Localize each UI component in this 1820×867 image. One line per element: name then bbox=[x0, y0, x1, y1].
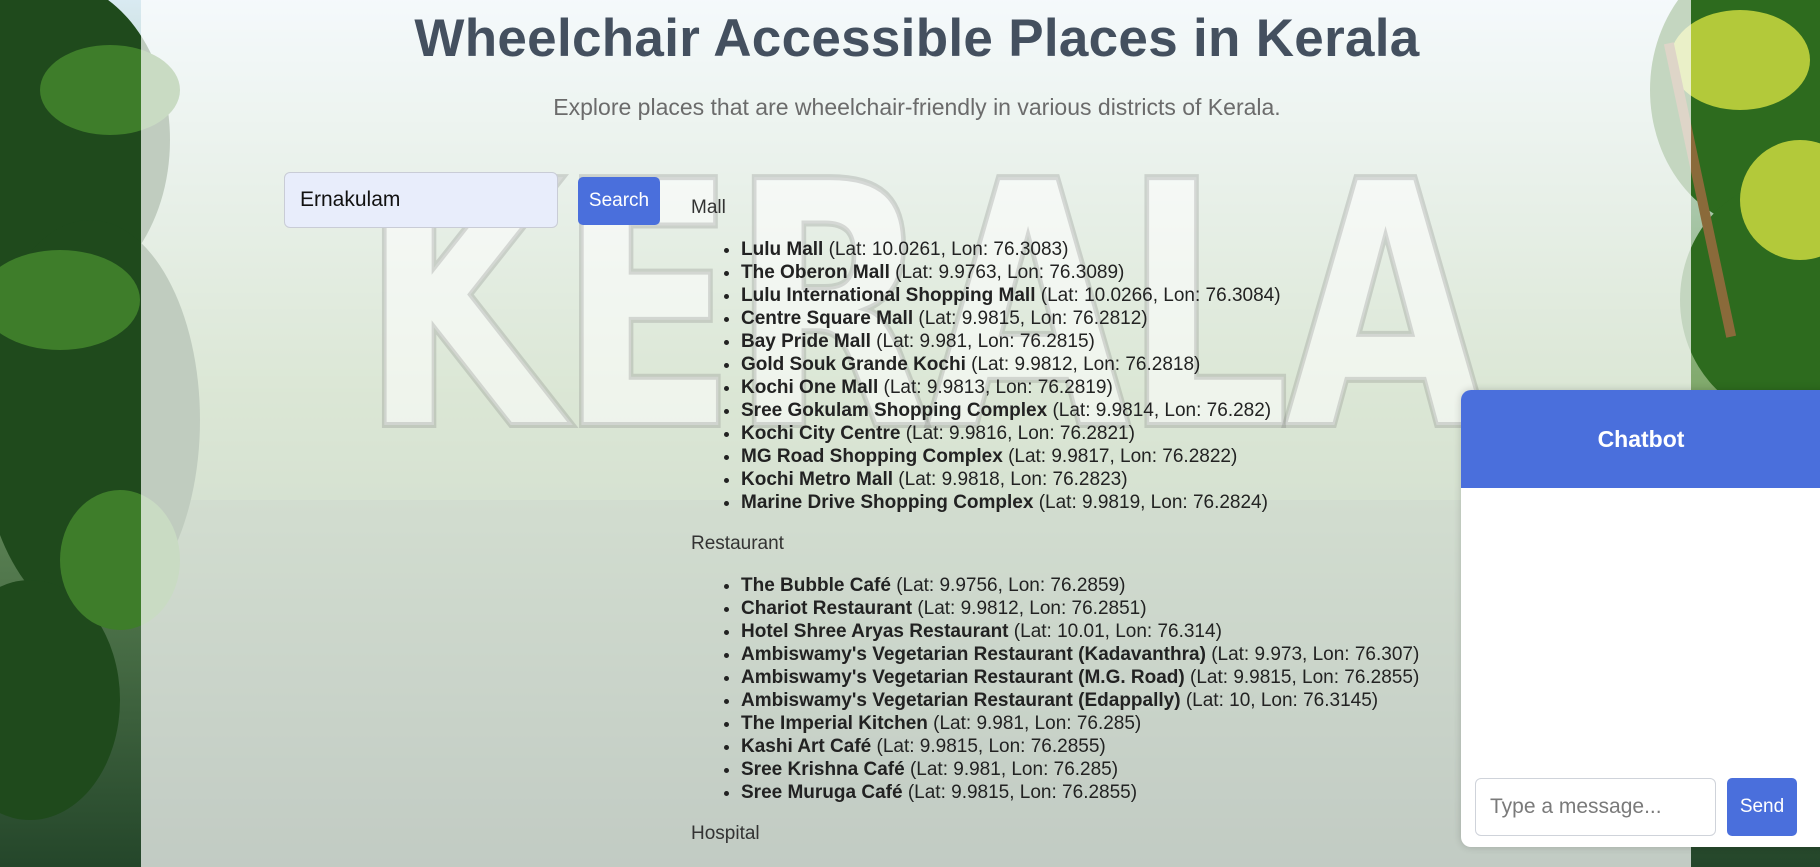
place-name: Ambiswamy's Vegetarian Restaurant (M.G. … bbox=[741, 667, 1185, 688]
place-name: MG Road Shopping Complex bbox=[741, 446, 1003, 467]
chat-message-input[interactable] bbox=[1475, 778, 1716, 836]
place-item: Hotel Shree Aryas Restaurant (Lat: 10.01… bbox=[741, 620, 1471, 643]
place-item: Chariot Restaurant (Lat: 9.9812, Lon: 76… bbox=[741, 597, 1471, 620]
place-name: The Oberon Mall bbox=[741, 262, 890, 283]
place-name: The Imperial Kitchen bbox=[741, 713, 928, 734]
chatbot-messages bbox=[1461, 488, 1820, 763]
place-name: Kochi One Mall bbox=[741, 377, 879, 398]
place-coordinates: (Lat: 9.9815, Lon: 76.2855) bbox=[876, 736, 1106, 757]
place-item: Lulu International Shopping Mall (Lat: 1… bbox=[741, 284, 1471, 307]
place-item: Kashi Art Café (Lat: 9.9815, Lon: 76.285… bbox=[741, 735, 1471, 758]
place-name: The Bubble Café bbox=[741, 575, 891, 596]
chatbot-panel: Chatbot Send bbox=[1461, 390, 1820, 847]
place-name: Bay Pride Mall bbox=[741, 331, 871, 352]
place-item: Gold Souk Grande Kochi (Lat: 9.9812, Lon… bbox=[741, 353, 1471, 376]
place-item: The Oberon Mall (Lat: 9.9763, Lon: 76.30… bbox=[741, 261, 1471, 284]
place-coordinates: (Lat: 9.9815, Lon: 76.2855) bbox=[1190, 667, 1420, 688]
place-coordinates: (Lat: 9.9812, Lon: 76.2818) bbox=[971, 354, 1201, 375]
place-coordinates: (Lat: 9.9818, Lon: 76.2823) bbox=[898, 469, 1128, 490]
place-item: The Bubble Café (Lat: 9.9756, Lon: 76.28… bbox=[741, 574, 1471, 597]
page-subtitle: Explore places that are wheelchair-frien… bbox=[553, 94, 1281, 120]
place-coordinates: (Lat: 9.9756, Lon: 76.2859) bbox=[896, 575, 1126, 596]
place-coordinates: (Lat: 9.973, Lon: 76.307) bbox=[1211, 644, 1420, 665]
chatbot-title: Chatbot bbox=[1597, 425, 1685, 452]
category-section: Mall Lulu Mall (Lat: 10.0261, Lon: 76.308… bbox=[691, 196, 1471, 514]
chatbot-header: Chatbot bbox=[1461, 390, 1820, 488]
place-item: Ambiswamy's Vegetarian Restaurant (M.G. … bbox=[741, 666, 1471, 689]
category-title: Restaurant bbox=[691, 533, 784, 554]
place-name: Gold Souk Grande Kochi bbox=[741, 354, 966, 375]
place-coordinates: (Lat: 9.9819, Lon: 76.2824) bbox=[1038, 492, 1268, 513]
place-item: Kochi One Mall (Lat: 9.9813, Lon: 76.281… bbox=[741, 376, 1471, 399]
place-coordinates: (Lat: 9.981, Lon: 76.285) bbox=[933, 713, 1142, 734]
place-name: Kochi Metro Mall bbox=[741, 469, 894, 490]
place-coordinates: (Lat: 9.981, Lon: 76.2815) bbox=[876, 331, 1095, 352]
search-button[interactable]: Search bbox=[578, 177, 660, 225]
place-coordinates: (Lat: 9.9817, Lon: 76.2822) bbox=[1008, 446, 1238, 467]
place-name: Sree Gokulam Shopping Complex bbox=[741, 400, 1048, 421]
place-name: Ambiswamy's Vegetarian Restaurant (Edapp… bbox=[741, 690, 1181, 711]
results-list: Mall Lulu Mall (Lat: 10.0261, Lon: 76.308… bbox=[691, 196, 1471, 864]
place-coordinates: (Lat: 9.9813, Lon: 76.2819) bbox=[883, 377, 1113, 398]
place-name: Kochi City Centre bbox=[741, 423, 901, 444]
category-section: Restaurant The Bubble Café (Lat: 9.9756, … bbox=[691, 532, 1471, 804]
place-item: Ambiswamy's Vegetarian Restaurant (Kadav… bbox=[741, 643, 1471, 666]
place-item: Kochi Metro Mall (Lat: 9.9818, Lon: 76.2… bbox=[741, 468, 1471, 491]
place-name: Kashi Art Café bbox=[741, 736, 872, 757]
place-name: Lulu Mall bbox=[741, 239, 824, 260]
place-list: Lulu Mall (Lat: 10.0261, Lon: 76.3083)Th… bbox=[691, 238, 1471, 514]
place-item: Marine Drive Shopping Complex (Lat: 9.98… bbox=[741, 491, 1471, 514]
place-name: Chariot Restaurant bbox=[741, 598, 913, 619]
place-coordinates: (Lat: 10, Lon: 76.3145) bbox=[1185, 690, 1379, 711]
place-item: Sree Gokulam Shopping Complex (Lat: 9.98… bbox=[741, 399, 1471, 422]
category-title: Hospital bbox=[691, 823, 760, 844]
place-item: MG Road Shopping Complex (Lat: 9.9817, L… bbox=[741, 445, 1471, 468]
place-coordinates: (Lat: 9.9814, Lon: 76.282) bbox=[1052, 400, 1272, 421]
place-item: Lulu Mall (Lat: 10.0261, Lon: 76.3083) bbox=[741, 238, 1471, 261]
place-coordinates: (Lat: 10.0266, Lon: 76.3084) bbox=[1040, 285, 1281, 306]
place-coordinates: (Lat: 10.01, Lon: 76.314) bbox=[1013, 621, 1222, 642]
place-item: Kochi City Centre (Lat: 9.9816, Lon: 76.… bbox=[741, 422, 1471, 445]
place-item: Centre Square Mall (Lat: 9.9815, Lon: 76… bbox=[741, 307, 1471, 330]
place-name: Hotel Shree Aryas Restaurant bbox=[741, 621, 1009, 642]
place-item: The Imperial Kitchen (Lat: 9.981, Lon: 7… bbox=[741, 712, 1471, 735]
place-item: Ambiswamy's Vegetarian Restaurant (Edapp… bbox=[741, 689, 1471, 712]
place-name: Ambiswamy's Vegetarian Restaurant (Kadav… bbox=[741, 644, 1206, 665]
place-name: Lulu International Shopping Mall bbox=[741, 285, 1036, 306]
place-item: Sree Muruga Café (Lat: 9.9815, Lon: 76.2… bbox=[741, 781, 1471, 804]
place-coordinates: (Lat: 9.9815, Lon: 76.2812) bbox=[918, 308, 1148, 329]
send-button[interactable]: Send bbox=[1727, 778, 1797, 836]
place-name: Centre Square Mall bbox=[741, 308, 914, 329]
district-search-input[interactable] bbox=[284, 172, 558, 228]
place-coordinates: (Lat: 9.9816, Lon: 76.2821) bbox=[905, 423, 1135, 444]
place-coordinates: (Lat: 9.9763, Lon: 76.3089) bbox=[895, 262, 1125, 283]
place-name: Sree Krishna Café bbox=[741, 759, 905, 780]
category-title: Mall bbox=[691, 197, 726, 218]
place-list: The Bubble Café (Lat: 9.9756, Lon: 76.28… bbox=[691, 574, 1471, 804]
place-item: Bay Pride Mall (Lat: 9.981, Lon: 76.2815… bbox=[741, 330, 1471, 353]
place-coordinates: (Lat: 9.9815, Lon: 76.2855) bbox=[907, 782, 1138, 803]
place-coordinates: (Lat: 9.9812, Lon: 76.2851) bbox=[917, 598, 1147, 619]
place-coordinates: (Lat: 10.0261, Lon: 76.3083) bbox=[828, 239, 1069, 260]
place-name: Marine Drive Shopping Complex bbox=[741, 492, 1034, 513]
category-section: Hospital bbox=[691, 822, 1471, 846]
page-title: Wheelchair Accessible Places in Kerala bbox=[414, 9, 1420, 68]
place-item: Sree Krishna Café (Lat: 9.981, Lon: 76.2… bbox=[741, 758, 1471, 781]
place-name: Sree Muruga Café bbox=[741, 782, 903, 803]
place-coordinates: (Lat: 9.981, Lon: 76.285) bbox=[909, 759, 1119, 780]
